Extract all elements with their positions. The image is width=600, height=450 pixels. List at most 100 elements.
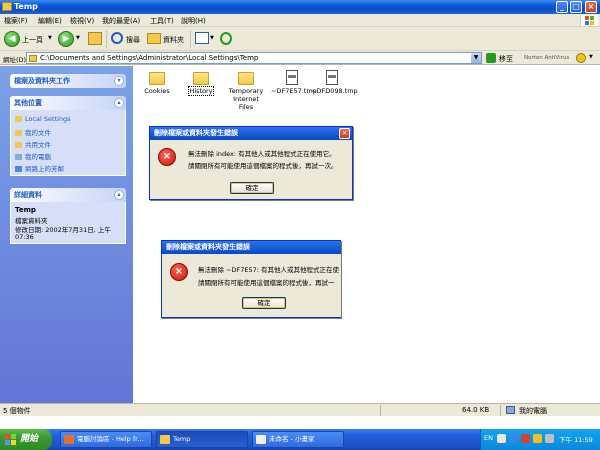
status-bar: 5 個物件 64.0 KB 我的電腦 [0, 403, 600, 416]
dialog-close-button[interactable]: × [339, 128, 350, 139]
tmp-file-icon [286, 70, 298, 85]
details-time: 07:36 [15, 233, 34, 241]
views-icon[interactable] [195, 32, 209, 44]
window-title: Temp [14, 2, 38, 11]
back-dropdown-icon[interactable]: ▼ [48, 35, 52, 41]
file-item-history[interactable]: History [185, 72, 217, 96]
file-item-dfd098[interactable]: ~DFD098.tmp [311, 70, 358, 95]
help-icon[interactable] [497, 434, 506, 443]
file-folder-tasks-title: 檔案及資料夾工作 [14, 77, 70, 85]
security-icon[interactable] [521, 434, 530, 443]
tmp-file-icon [326, 70, 338, 85]
status-divider [500, 405, 501, 416]
folder-icon [160, 435, 170, 444]
link-label: 我的電腦 [25, 153, 51, 161]
go-button[interactable]: 移至 [499, 54, 513, 64]
browser-icon [64, 435, 74, 444]
toolbar-separator [190, 30, 191, 48]
views-dropdown-icon[interactable]: ▼ [210, 35, 214, 41]
menu-bar: 檔案(F) 編輯(E) 檢視(V) 我的最愛(A) 工具(T) 說明(H) [0, 14, 600, 27]
search-icon[interactable] [111, 32, 123, 44]
network-icon [15, 166, 22, 172]
norton-icon[interactable] [576, 53, 586, 63]
toolbar-separator [106, 30, 107, 48]
file-item-cookies[interactable]: Cookies [141, 72, 173, 95]
other-place-shared-documents[interactable]: 共用文件 [15, 139, 51, 149]
status-location: 我的電腦 [519, 407, 547, 415]
other-place-local-settings[interactable]: Local Settings [15, 115, 71, 123]
menu-help[interactable]: 說明(H) [181, 16, 206, 26]
network-icon[interactable] [509, 434, 518, 443]
file-folder-tasks-header[interactable]: 檔案及資料夾工作 ▾ [10, 74, 126, 88]
file-name: ~DF7E57.tmp [271, 87, 317, 95]
maximize-button[interactable]: □ [570, 1, 582, 13]
file-item-temporary-internet-files[interactable]: Temporary Internet Files [225, 72, 267, 111]
address-bar: 網址(D) C:\Documents and Settings\Administ… [0, 51, 600, 65]
norton-icon[interactable] [533, 434, 542, 443]
file-name: Cookies [144, 87, 170, 95]
dialog-title: 刪除檔案或資料夾發生錯誤 [162, 241, 341, 254]
chevron-down-icon[interactable]: ▾ [114, 76, 124, 86]
details-title: 詳細資料 [14, 191, 42, 199]
folders-icon[interactable] [147, 33, 161, 44]
taskbar-item-paint[interactable]: 未命名 - 小畫家 [252, 431, 344, 448]
dialog-message-line2: 請關閉所有可能使用這個檔案的程式後，再試一 [198, 279, 335, 287]
clock[interactable]: 下午 11:59 [559, 434, 593, 444]
close-button[interactable]: × [585, 1, 597, 13]
norton-label[interactable]: Norton AntiVirus [524, 55, 569, 61]
address-dropdown-icon[interactable]: ▼ [471, 53, 481, 63]
chevron-up-icon[interactable]: ▴ [114, 190, 124, 200]
other-place-my-documents[interactable]: 我的文件 [15, 127, 51, 137]
other-places-title: 其他位置 [14, 99, 42, 107]
menu-tools[interactable]: 工具(T) [150, 16, 174, 26]
shared-folder-icon [15, 142, 22, 148]
ok-button[interactable]: 確定 [230, 182, 274, 194]
status-size: 64.0 KB [462, 406, 490, 414]
chevron-up-icon[interactable]: ▴ [114, 98, 124, 108]
details-header[interactable]: 詳細資料 ▴ [10, 188, 126, 202]
start-button[interactable]: 開始 [0, 429, 52, 450]
refresh-icon[interactable] [220, 32, 232, 45]
norton-dropdown-icon[interactable]: ▼ [589, 54, 593, 60]
menu-favorites[interactable]: 我的最愛(A) [102, 16, 140, 26]
back-arrow-icon[interactable]: ◀ [4, 31, 20, 47]
system-tray: EN 下午 11:59 [480, 429, 600, 450]
link-label: Local Settings [25, 115, 71, 123]
volume-icon[interactable] [545, 434, 554, 443]
taskbar-item-browser[interactable]: 電腦討論區 - Help fr... [60, 431, 152, 448]
other-place-my-computer[interactable]: 我的電腦 [15, 151, 51, 161]
status-divider [380, 405, 381, 416]
search-button-label[interactable]: 搜尋 [126, 35, 140, 45]
other-places-header[interactable]: 其他位置 ▴ [10, 96, 126, 110]
language-indicator[interactable]: EN [484, 434, 493, 442]
back-button-label[interactable]: 上一頁 [22, 35, 43, 45]
go-arrow-icon[interactable] [486, 53, 496, 63]
error-dialog: 刪除檔案或資料夾發生錯誤 × × 無法刪除 index: 有其他人或其他程式正在… [149, 126, 353, 200]
dialog-message-line1: 無法刪除 index: 有其他人或其他程式正在使用它。 [188, 150, 336, 158]
details-name: Temp [15, 206, 36, 214]
title-bar: Temp _ □ × [0, 0, 600, 14]
file-name: Temporary Internet Files [228, 87, 264, 111]
link-label: 網路上的芳鄰 [25, 165, 64, 173]
file-list: Cookies History Temporary Internet Files… [133, 66, 600, 403]
ok-button[interactable]: 確定 [242, 297, 286, 309]
link-label: 共用文件 [25, 141, 51, 149]
forward-dropdown-icon[interactable]: ▼ [76, 35, 80, 41]
task-label: 電腦討論區 - Help fr... [77, 435, 144, 443]
error-icon: × [158, 148, 176, 166]
menu-file[interactable]: 檔案(F) [4, 16, 28, 26]
menu-edit[interactable]: 編輯(E) [38, 16, 62, 26]
menu-view[interactable]: 檢視(V) [70, 16, 94, 26]
windows-logo-icon [5, 434, 16, 445]
other-place-network[interactable]: 網路上的芳鄰 [15, 163, 64, 173]
address-input[interactable]: C:\Documents and Settings\Administrator\… [26, 52, 482, 64]
folder-icon [29, 55, 37, 62]
up-folder-icon[interactable] [88, 32, 102, 45]
forward-arrow-icon[interactable]: ▶ [58, 31, 74, 47]
folders-button-label[interactable]: 資料夾 [163, 35, 184, 45]
status-object-count: 5 個物件 [3, 407, 31, 415]
minimize-button[interactable]: _ [556, 1, 568, 13]
file-item-df7e57[interactable]: ~DF7E57.tmp [271, 70, 317, 95]
folder-icon [193, 72, 209, 85]
taskbar-item-temp[interactable]: Temp [156, 431, 248, 448]
